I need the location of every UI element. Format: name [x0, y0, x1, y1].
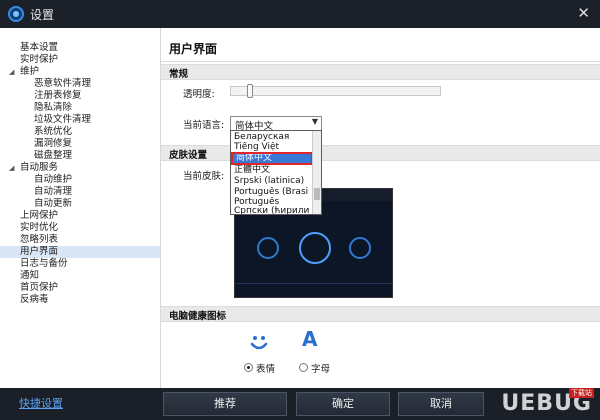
sidebar-item-realtime-protection[interactable]: 实时保护	[20, 54, 58, 66]
radio-emoji-label[interactable]: 表情	[256, 361, 275, 375]
sidebar-item-malware-cleanup[interactable]: 恶意软件清理	[34, 78, 91, 90]
sidebar-item-junk-files[interactable]: 垃圾文件清理	[34, 114, 91, 126]
sidebar-item-auto-maintain[interactable]: 自动维护	[34, 174, 72, 186]
sidebar-item-notifications[interactable]: 通知	[20, 270, 39, 282]
window-title: 设置	[30, 8, 55, 22]
preview-feature-icon	[257, 237, 279, 259]
settings-panel: 用户界面 常规 透明度: 当前语言: 简体中文 ▼ Беларуская Tiế…	[161, 28, 600, 388]
collapse-arrow-icon[interactable]: ◢	[9, 164, 14, 172]
chevron-down-icon[interactable]: ▼	[312, 117, 318, 126]
sidebar-item-vulnerability-fix[interactable]: 漏洞修复	[34, 138, 72, 150]
sidebar-item-auto-clean[interactable]: 自动清理	[34, 186, 72, 198]
section-skin-header: 皮肤设置	[161, 145, 600, 161]
footer-bar: 快捷设置 推荐 确定 取消 UEBUG 下载站	[0, 388, 600, 420]
section-health-icon-title: 电脑健康图标	[169, 311, 227, 322]
current-skin-label: 当前皮肤:	[183, 171, 225, 182]
letter-a-icon: A	[302, 327, 318, 351]
language-option-selected[interactable]: 简体中文	[231, 152, 313, 165]
language-option[interactable]: 正體中文	[234, 165, 309, 176]
sidebar-item-logs-backup[interactable]: 日志与备份	[20, 258, 68, 270]
sidebar-item-web-protection[interactable]: 上网保护	[20, 210, 58, 222]
sidebar-item-realtime-optimize[interactable]: 实时优化	[20, 222, 58, 234]
sidebar-item-disk-defrag[interactable]: 磁盘整理	[34, 150, 72, 162]
page-title: 用户界面	[169, 42, 218, 56]
preview-divider	[235, 283, 392, 284]
section-health-icon-header: 电脑健康图标	[161, 306, 600, 322]
section-general-title: 常规	[169, 69, 189, 80]
ok-button[interactable]: 确定	[296, 392, 390, 416]
sidebar-item-homepage-protection[interactable]: 首页保护	[20, 282, 58, 294]
recommend-button[interactable]: 推荐	[163, 392, 287, 416]
dropdown-scrollbar[interactable]	[312, 131, 321, 214]
sidebar-item-auto-service[interactable]: 自动服务	[20, 162, 58, 174]
sidebar-item-antivirus[interactable]: 反病毒	[20, 294, 49, 306]
opacity-slider[interactable]	[230, 84, 441, 98]
sidebar-item-registry-fix[interactable]: 注册表修复	[34, 90, 82, 102]
opacity-slider-thumb[interactable]	[247, 84, 254, 98]
sidebar-item-ignore-list[interactable]: 忽略列表	[20, 234, 58, 246]
sidebar-item-system-optimize[interactable]: 系统优化	[34, 126, 72, 138]
title-bar: 设置 ✕	[0, 0, 600, 28]
language-option[interactable]: Srpski (latinica)	[234, 176, 309, 187]
watermark-badge: 下载站	[569, 388, 594, 398]
radio-emoji[interactable]	[244, 363, 253, 372]
radio-letter-label[interactable]: 字母	[311, 361, 330, 375]
opacity-label: 透明度:	[183, 89, 215, 100]
quick-settings-link[interactable]: 快捷设置	[19, 395, 63, 411]
language-option[interactable]: Српски (ћирилиц	[234, 206, 309, 214]
preview-feature-icon	[349, 237, 371, 259]
scrollbar-thumb[interactable]	[314, 188, 320, 200]
radio-letter[interactable]	[299, 363, 308, 372]
divider	[161, 61, 600, 62]
section-general-header: 常规	[161, 64, 600, 80]
sidebar: 基本设置 实时保护 ◢ 维护 恶意软件清理 注册表修复 隐私清除 垃圾文件清理 …	[0, 28, 161, 388]
sidebar-item-basic-settings[interactable]: 基本设置	[20, 42, 58, 54]
language-label: 当前语言:	[183, 120, 225, 131]
sidebar-item-maintenance[interactable]: 维护	[20, 66, 39, 78]
sidebar-item-auto-update[interactable]: 自动更新	[34, 198, 72, 210]
preview-main-icon	[299, 232, 331, 264]
collapse-arrow-icon[interactable]: ◢	[9, 68, 14, 76]
app-logo-icon	[8, 6, 24, 22]
close-icon[interactable]: ✕	[577, 4, 590, 22]
sidebar-item-privacy-clean[interactable]: 隐私清除	[34, 102, 72, 114]
language-select[interactable]: 简体中文 ▼	[230, 116, 322, 132]
language-dropdown-list[interactable]: Беларуская Tiếng Việt 简体中文 正體中文 Srpski (…	[230, 130, 322, 215]
cancel-button[interactable]: 取消	[398, 392, 484, 416]
section-skin-title: 皮肤设置	[169, 150, 208, 161]
sidebar-item-user-interface[interactable]: 用户界面	[0, 246, 160, 258]
smiley-face-icon	[250, 336, 268, 350]
